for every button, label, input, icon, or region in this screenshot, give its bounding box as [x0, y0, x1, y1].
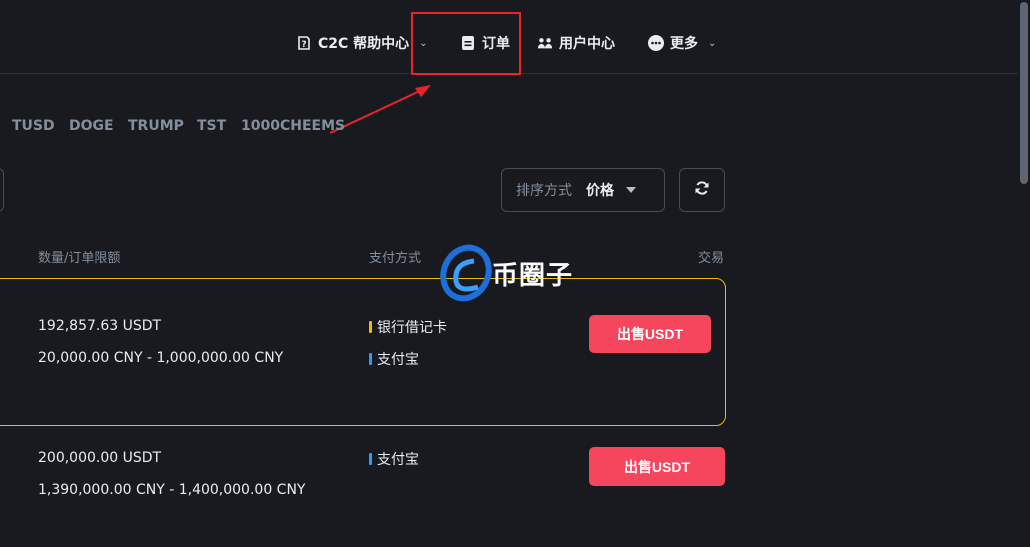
row-amount: 192,857.63 USDT	[38, 318, 162, 334]
payment-color-bar	[369, 321, 372, 333]
sort-label: 排序方式	[516, 183, 572, 199]
coin-tab-tusd[interactable]: TUSD	[12, 118, 55, 134]
payment-method: 银行借记卡	[369, 317, 447, 337]
coin-tab-trump[interactable]: TRUMP	[128, 118, 184, 134]
payment-method: 支付宝	[369, 349, 419, 369]
payment-method-label: 支付宝	[377, 352, 419, 368]
header-trade: 交易	[698, 251, 725, 266]
payment-color-bar	[369, 353, 372, 365]
sort-select[interactable]: 排序方式 价格	[501, 168, 665, 212]
watermark-logo: 币圈子	[440, 243, 600, 303]
payment-color-bar	[369, 453, 372, 465]
sell-usdt-button[interactable]: 出售USDT	[589, 315, 711, 353]
row-limit: 20,000.00 CNY - 1,000,000.00 CNY	[38, 350, 284, 366]
sort-value: 价格	[586, 183, 614, 199]
scrollbar[interactable]	[1018, 0, 1030, 547]
scrollbar-thumb[interactable]	[1020, 2, 1028, 184]
coin-tab-tst[interactable]: TST	[197, 118, 226, 134]
caret-down-icon	[626, 187, 636, 193]
refresh-icon	[694, 180, 710, 200]
payment-method: 支付宝	[369, 449, 419, 469]
watermark-logo-icon	[440, 244, 492, 302]
sell-usdt-button[interactable]: 出售USDT	[589, 447, 725, 486]
coin-tab-1000cheems[interactable]: 1000CHEEMS	[241, 118, 345, 134]
refresh-button[interactable]	[679, 168, 725, 212]
amount-filter-input[interactable]	[0, 168, 4, 212]
watermark-text: 币圈子	[492, 261, 574, 291]
payment-method-label: 银行借记卡	[377, 320, 447, 336]
row-amount: 200,000.00 USDT	[38, 450, 162, 466]
header-amount-limit: 数量/订单限额	[38, 251, 121, 266]
coin-tab-doge[interactable]: DOGE	[69, 118, 114, 134]
header-payment: 支付方式	[369, 251, 422, 266]
payment-method-label: 支付宝	[377, 452, 419, 468]
row-limit: 1,390,000.00 CNY - 1,400,000.00 CNY	[38, 482, 306, 498]
